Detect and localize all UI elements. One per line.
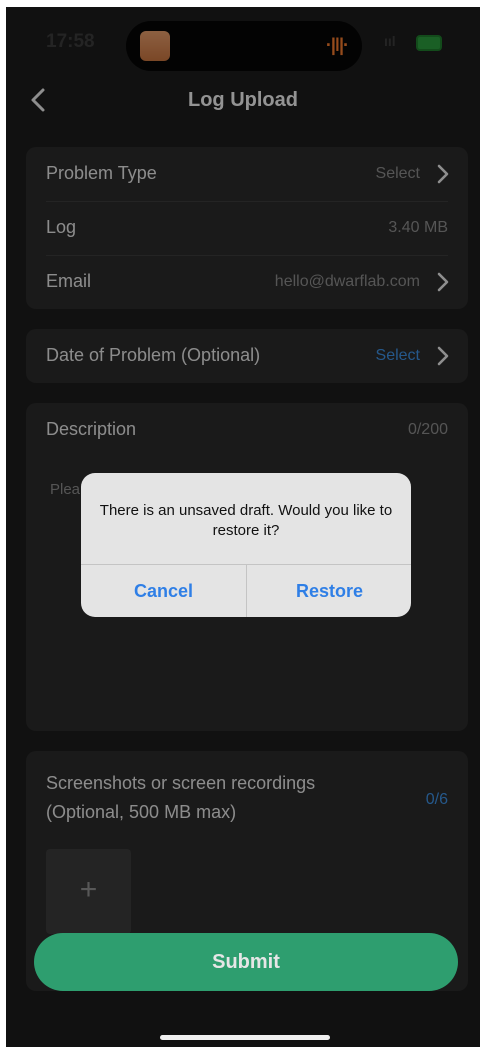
phone-screen: 17:58 ·|ǀ|· ııl Log Upload Problem Type … — [6, 7, 480, 1047]
restore-button[interactable]: Restore — [247, 565, 411, 617]
cancel-button[interactable]: Cancel — [81, 565, 246, 617]
restore-draft-dialog: There is an unsaved draft. Would you lik… — [81, 473, 411, 617]
dialog-message: There is an unsaved draft. Would you lik… — [99, 502, 393, 539]
home-indicator[interactable] — [160, 1035, 330, 1040]
submit-button[interactable]: Submit — [34, 933, 458, 991]
